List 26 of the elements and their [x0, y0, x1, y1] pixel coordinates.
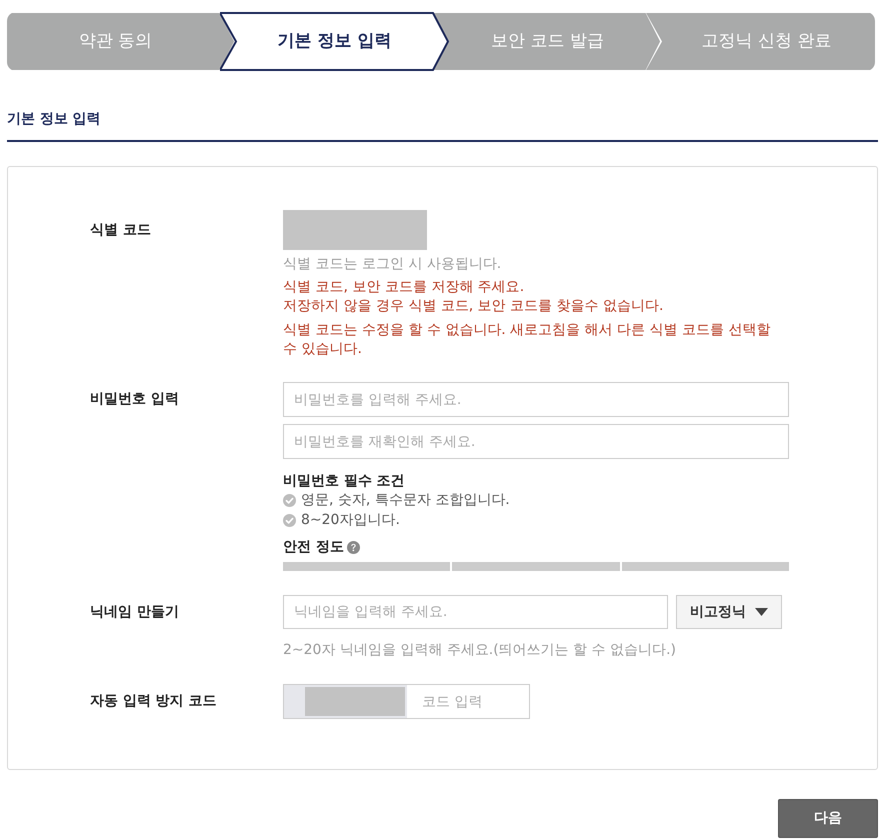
- help-icon[interactable]: [346, 540, 360, 554]
- hint-text: 2~20자 닉네임을 입력해 주세요.(띄어쓰기는 할 수 없습니다.): [283, 641, 677, 659]
- nickname-type-dropdown[interactable]: 비고정닉: [676, 595, 782, 629]
- hint-text: 식별 코드는 로그인 시 사용됩니다.: [283, 255, 502, 274]
- progress-step: 약관 동의: [7, 12, 236, 71]
- nickname-field[interactable]: 닉네임을 입력해 주세요.: [283, 595, 668, 629]
- progress-step: 기본 정보 입력: [220, 12, 449, 71]
- field-label: 닉네임 만들기: [90, 602, 179, 622]
- section-title: 기본 정보 입력: [7, 110, 102, 128]
- field-label: 식별 코드: [90, 220, 151, 240]
- password-field[interactable]: 비밀번호를 재확인해 주세요.: [283, 424, 789, 459]
- requirement-text: 영문, 숫자, 특수문자 조합입니다.: [301, 490, 510, 510]
- warning-text: 식별 코드는 수정을 할 수 없습니다. 새로고침을 해서 다른 식별 코드를 선택할 수 있습니다.: [283, 321, 772, 359]
- password-field[interactable]: 비밀번호를 입력해 주세요.: [283, 382, 789, 417]
- progress-step: 보안 코드 발급: [433, 12, 662, 71]
- next-button[interactable]: 다음: [778, 799, 878, 838]
- strength-label: 안전 정도: [283, 538, 344, 556]
- field-label: 비밀번호 입력: [90, 390, 179, 409]
- field-label: 자동 입력 방지 코드: [90, 692, 217, 711]
- captcha-field[interactable]: 코드 입력: [283, 684, 530, 719]
- requirements-title: 비밀번호 필수 조건: [283, 472, 405, 490]
- warning-text: 식별 코드, 보안 코드를 저장해 주세요.: [283, 278, 526, 297]
- progress-step: 고정닉 신청 완료: [646, 12, 875, 71]
- warning-text: 저장하지 않을 경우 식별 코드, 보안 코드를 찾을수 없습니다.: [283, 297, 665, 316]
- requirement-text: 8~20자입니다.: [301, 510, 400, 530]
- caret-icon: [755, 608, 768, 616]
